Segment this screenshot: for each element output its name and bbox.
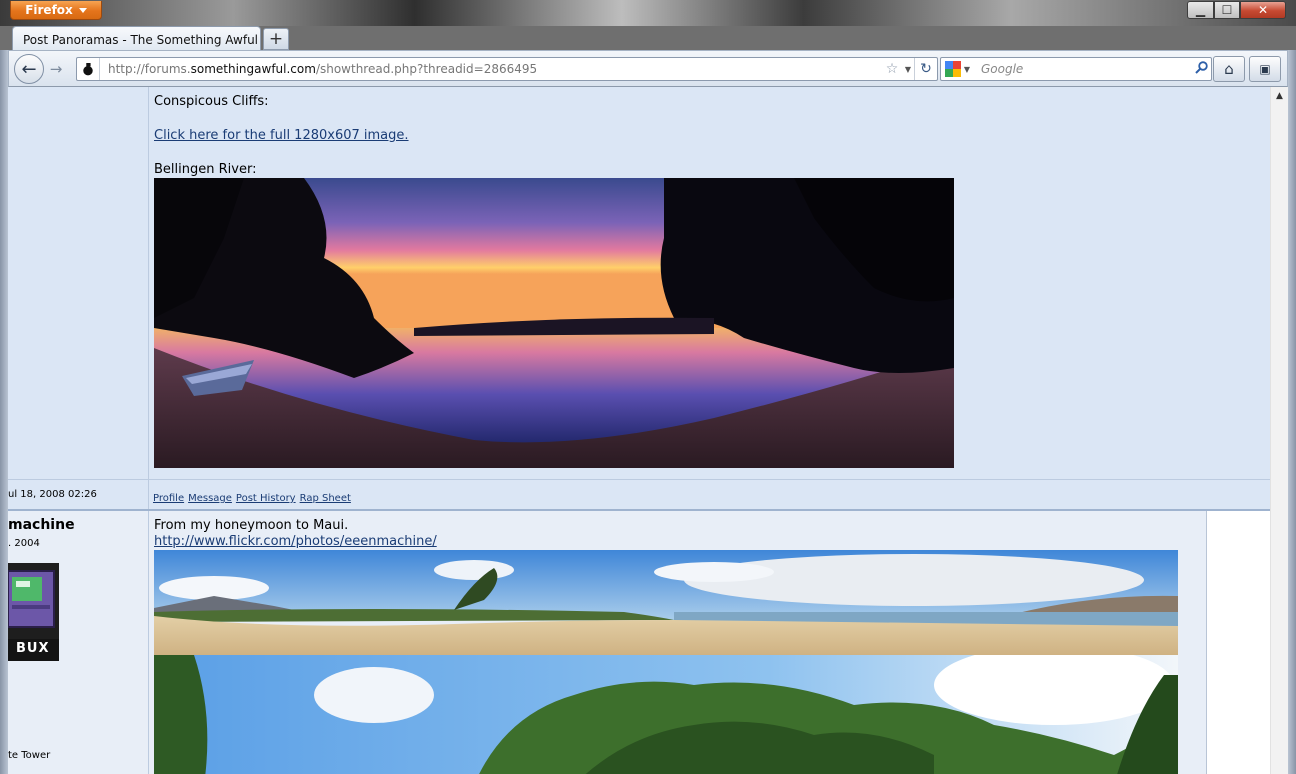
search-input[interactable]: Google (973, 62, 1191, 76)
avatar-bux-text: BUX (16, 641, 50, 656)
bookmarks-icon: ▣ (1259, 62, 1271, 76)
history-dropdown-icon[interactable]: ▼ (902, 65, 914, 74)
bookmark-star-icon[interactable]: ☆ (882, 61, 902, 77)
post2-text: From my honeymoon to Maui. (154, 518, 349, 533)
tab-active[interactable]: Post Panoramas - The Something Awful ... (12, 26, 261, 52)
search-icon[interactable] (1191, 60, 1211, 78)
post1-date-cell: ul 18, 2008 02:26 (8, 479, 149, 510)
maui-jungle-panorama[interactable] (154, 655, 1178, 774)
reload-button[interactable]: ↻ (914, 58, 937, 80)
post2-title-line1: te Tower (8, 750, 51, 761)
forward-arrow-icon: → (49, 60, 63, 78)
back-button[interactable]: ← (14, 54, 44, 84)
url-text[interactable]: http://forums.somethingawful.com/showthr… (100, 62, 882, 76)
post1-caption-river: Bellingen River: (154, 162, 257, 177)
url-path: /showthread.php?threadid=2866495 (315, 62, 538, 76)
reload-icon: ↻ (920, 61, 932, 77)
maximize-button[interactable]: ☐ (1214, 1, 1240, 19)
flickr-link[interactable]: http://www.flickr.com/photos/eeenmachine… (154, 534, 437, 549)
chevron-down-icon (78, 7, 87, 13)
google-engine-icon[interactable] (945, 61, 961, 77)
new-tab-button[interactable]: + (263, 28, 289, 50)
post1-body: Conspicous Cliffs: Click here for the fu… (149, 87, 1270, 479)
window-frame-left (0, 50, 8, 774)
maui-beach-panorama[interactable] (154, 550, 1178, 655)
full-image-link[interactable]: Click here for the full 1280x607 image. (154, 128, 409, 143)
window-frame-right (1288, 50, 1296, 774)
tab-strip: Post Panoramas - The Something Awful ...… (0, 22, 1296, 52)
avatar: BUX (8, 563, 59, 661)
post1-caption-cliffs: Conspicous Cliffs: (154, 94, 269, 109)
engine-dropdown-icon[interactable]: ▼ (961, 65, 973, 74)
post1-footer: Profile Message Post History Rap Sheet (149, 479, 1270, 510)
bookmarks-menu-button[interactable]: ▣ (1249, 56, 1281, 82)
post2-regdate: . 2004 (8, 538, 40, 549)
search-bar[interactable]: ▼ Google (940, 57, 1212, 81)
grenade-site-icon (83, 63, 93, 76)
url-prefix: http://forums. (108, 62, 191, 76)
profile-link[interactable]: Profile (153, 493, 184, 504)
back-arrow-icon: ← (21, 58, 37, 80)
bellingen-river-panorama[interactable] (154, 178, 954, 468)
url-bar[interactable]: http://forums.somethingawful.com/showthr… (76, 57, 938, 81)
post1-footer-links: Profile Message Post History Rap Sheet (153, 490, 355, 505)
post1-date: ul 18, 2008 02:26 (8, 489, 97, 500)
home-button[interactable]: ⌂ (1213, 56, 1245, 82)
tab-title: Post Panoramas - The Something Awful ... (23, 32, 261, 47)
page-viewport: Conspicous Cliffs: Click here for the fu… (8, 87, 1270, 774)
post2-body: From my honeymoon to Maui. http://www.fl… (149, 511, 1207, 774)
post1-user-cell (8, 87, 149, 479)
home-icon: ⌂ (1224, 60, 1234, 78)
site-identity-button[interactable] (77, 58, 100, 80)
rap-sheet-link[interactable]: Rap Sheet (300, 493, 351, 504)
forward-button[interactable]: → (45, 59, 67, 79)
post-history-link[interactable]: Post History (236, 493, 296, 504)
navigation-toolbar: ← → http://forums.somethingawful.com/sho… (8, 50, 1288, 87)
message-link[interactable]: Message (188, 493, 232, 504)
firefox-menu-label: Firefox (25, 3, 73, 17)
close-button[interactable]: ✕ (1240, 1, 1286, 19)
url-host: somethingawful.com (190, 62, 316, 76)
vertical-scrollbar[interactable]: ▲ (1270, 87, 1288, 774)
scroll-up-icon[interactable]: ▲ (1271, 89, 1288, 103)
minimize-button[interactable]: ▁ (1187, 1, 1214, 19)
firefox-menu-button[interactable]: Firefox (10, 1, 102, 20)
post2-username[interactable]: machine (8, 517, 75, 533)
